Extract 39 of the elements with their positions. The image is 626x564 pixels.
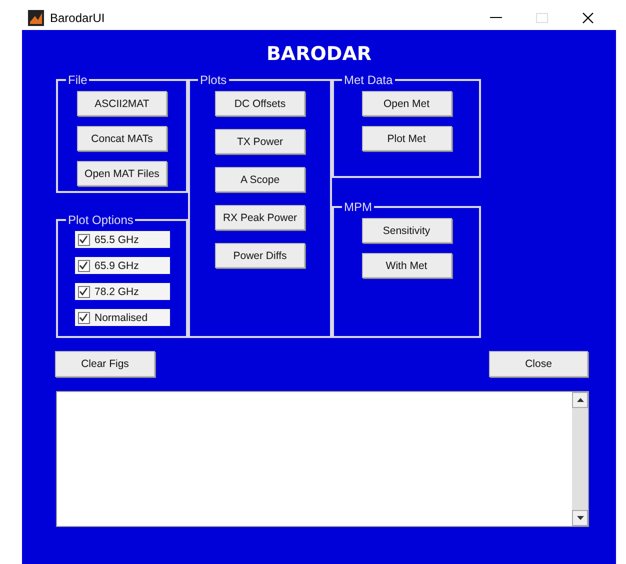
app-icon xyxy=(28,10,44,26)
close-icon[interactable] xyxy=(582,12,594,24)
panel-button[interactable]: Sensitivity xyxy=(362,218,452,243)
panel-button[interactable]: RX Peak Power xyxy=(215,205,305,230)
scrollbar[interactable] xyxy=(572,392,588,526)
checkbox-option[interactable]: 78.2 GHz xyxy=(74,283,170,300)
panel-button[interactable]: ASCII2MAT xyxy=(77,91,167,116)
scroll-down-icon[interactable] xyxy=(572,510,588,526)
checkbox[interactable] xyxy=(78,260,90,272)
checkbox-option[interactable]: 65.5 GHz xyxy=(74,231,170,248)
checkbox-option[interactable]: 65.9 GHz xyxy=(74,257,170,274)
checkbox-label: 65.5 GHz xyxy=(94,234,139,246)
checkbox-option[interactable]: Normalised xyxy=(74,309,170,326)
close-button[interactable]: Close xyxy=(489,351,588,377)
panel-button[interactable]: Open Met xyxy=(362,91,452,116)
checkbox-label: 78.2 GHz xyxy=(94,286,139,298)
panel-button[interactable]: Open MAT Files xyxy=(77,161,167,186)
panel-button[interactable]: TX Power xyxy=(215,129,305,154)
panel-button[interactable]: Concat MATs xyxy=(77,126,167,151)
checkbox-label: Normalised xyxy=(94,312,148,324)
checkbox[interactable] xyxy=(78,286,90,298)
panel-title: MPM xyxy=(343,200,373,214)
panel-title: File xyxy=(67,73,88,87)
panel-button[interactable]: A Scope xyxy=(215,167,305,192)
panel-button[interactable]: With Met xyxy=(362,253,452,278)
panel-title: Met Data xyxy=(343,73,394,87)
panel-title: Plot Options xyxy=(67,213,134,227)
window-title: BarodarUI xyxy=(50,10,106,24)
checkbox-label: 65.9 GHz xyxy=(94,260,139,272)
panel-button[interactable]: Plot Met xyxy=(362,126,452,151)
scroll-up-icon[interactable] xyxy=(572,392,588,408)
checkbox[interactable] xyxy=(78,234,90,246)
panel-button[interactable]: Power Diffs xyxy=(215,243,305,268)
minimize-icon[interactable] xyxy=(490,16,502,18)
panel-title: Plots xyxy=(199,73,228,87)
app-heading: BARODAR xyxy=(265,43,373,67)
panel-button[interactable]: DC Offsets xyxy=(215,91,305,116)
checkbox[interactable] xyxy=(78,312,90,324)
clear-figs-button[interactable]: Clear Figs xyxy=(55,351,155,377)
